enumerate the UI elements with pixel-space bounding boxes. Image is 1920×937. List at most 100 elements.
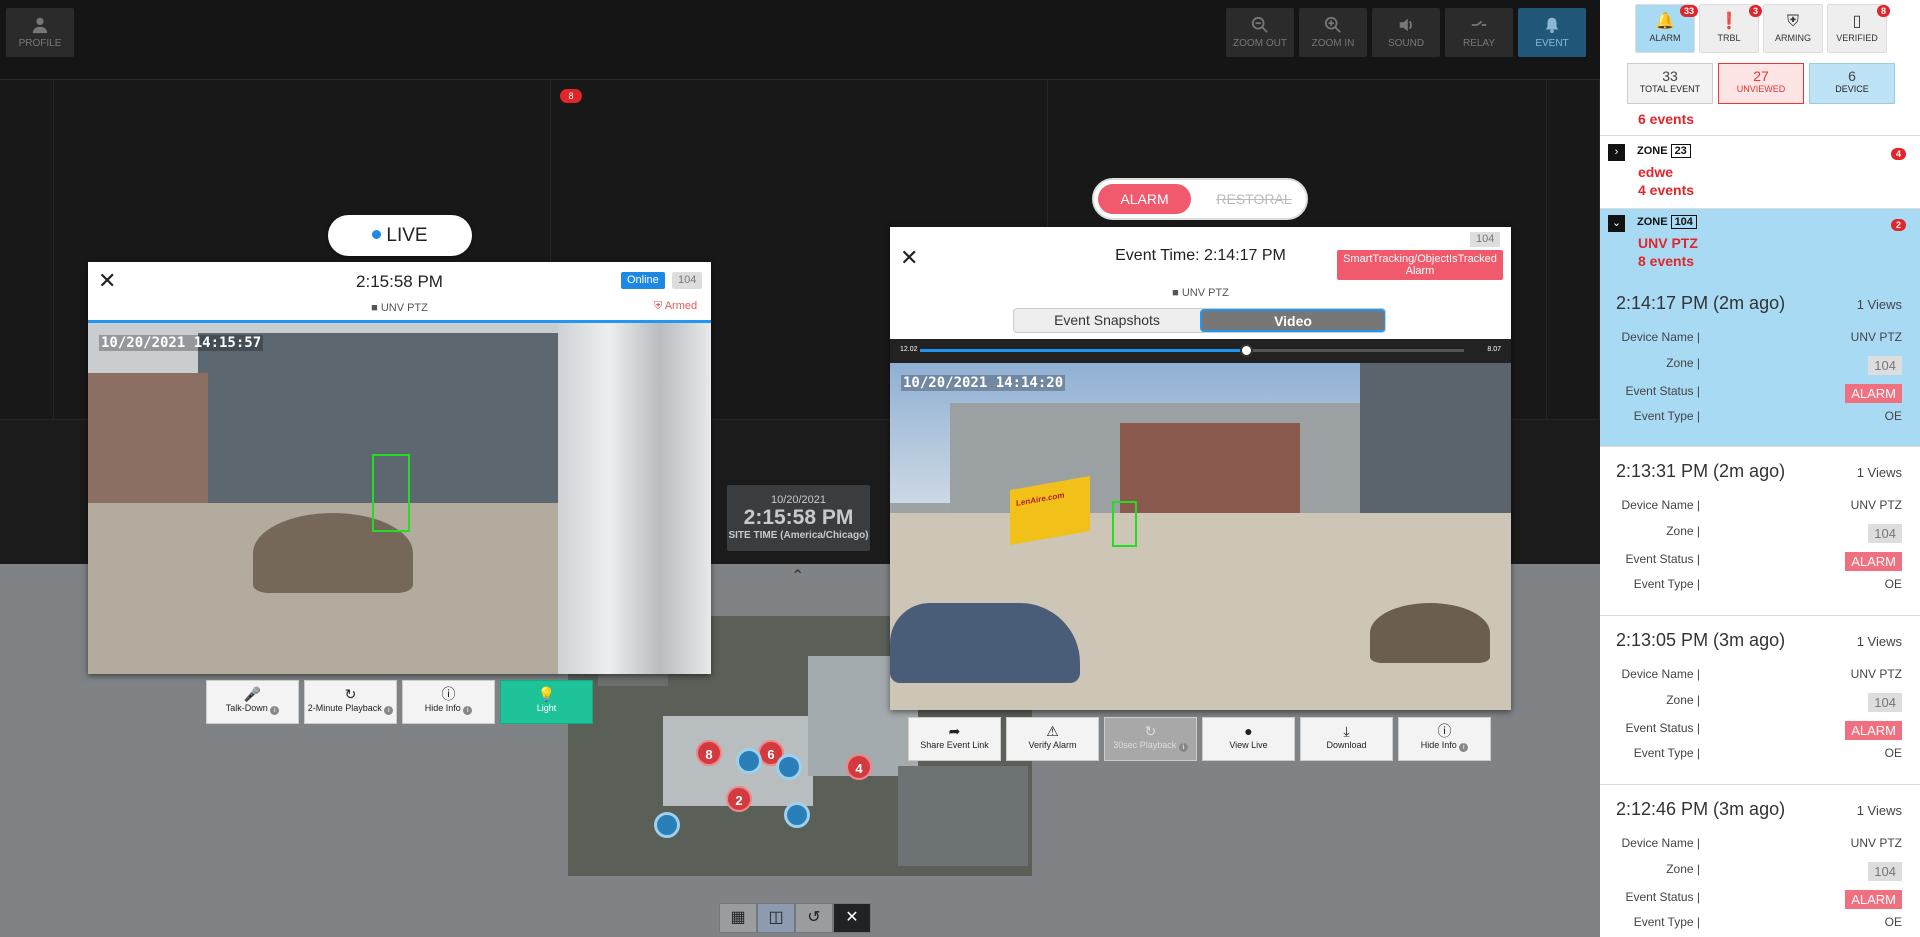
tab-verified[interactable]: ▯ VERIFIED 8 — [1827, 4, 1890, 53]
tab-arming[interactable]: ⛨ ARMING — [1763, 4, 1823, 53]
light-label: Light — [536, 703, 557, 713]
sound-label: SOUND — [1387, 38, 1425, 49]
event-status-value: ALARM — [1845, 384, 1902, 403]
event-card-row: Zone | 104 — [1600, 524, 1920, 544]
event-video[interactable]: LenAire.com 10/20/2021 14:14:20 — [890, 363, 1511, 710]
zone-badge: 104 — [672, 272, 703, 289]
event-card[interactable]: 2:13:31 PM (2m ago) 1 Views Device Name | U… — [1600, 447, 1920, 616]
event-card[interactable]: 2:13:05 PM (3m ago) 1 Views Device Name | U… — [1600, 616, 1920, 785]
zone-group-104[interactable]: ⌄ ZONE 104 2 UNV PTZ 8 events — [1600, 209, 1920, 279]
event-type-value: OE — [1884, 746, 1902, 760]
live-video[interactable]: 10/20/2021 14:15:57 — [88, 323, 711, 674]
map-pin-camera[interactable] — [654, 812, 680, 838]
zone-count-badge: 2 — [1890, 219, 1906, 231]
stat-unviewed[interactable]: 27 UNVIEWED — [1718, 63, 1804, 104]
device-name-value: UNV PTZ — [1850, 330, 1902, 344]
event-card-time: 2:13:05 PM (3m ago) — [1616, 630, 1786, 650]
alarm-count-badge: 33 — [1679, 5, 1698, 17]
tab-video[interactable]: Video — [1200, 309, 1385, 332]
chevron-down-icon[interactable]: ⌄ — [1608, 215, 1625, 232]
scrub-track[interactable] — [920, 344, 1464, 357]
online-badge: Online — [621, 272, 665, 289]
view-live-button[interactable]: ● View Live — [1202, 717, 1295, 761]
replay-icon: ↻ — [344, 686, 357, 702]
grid-view-icon[interactable]: ▦ — [719, 903, 757, 933]
hide-info-button[interactable]: ⓘ Hide Info i — [1398, 717, 1491, 761]
view-live-label: View Live — [1229, 740, 1268, 750]
zoom-out-button[interactable]: ZOOM OUT — [1226, 8, 1294, 57]
hide-info-label: Hide Info — [1420, 740, 1457, 750]
map-pin-alarm[interactable]: 8 — [696, 740, 722, 766]
zone-key: Zone | — [1666, 356, 1700, 370]
shield-check-icon: ⛨ — [1786, 13, 1799, 30]
replay-icon: ↻ — [1144, 723, 1157, 739]
scrub-handle[interactable] — [1240, 344, 1254, 357]
relay-label: RELAY — [1462, 38, 1496, 49]
grid-cell[interactable] — [1547, 80, 1600, 420]
stat-total-number: 33 — [1662, 68, 1678, 84]
zone-label: ZONE 23 — [1637, 144, 1691, 158]
map-pin-camera[interactable] — [776, 754, 802, 780]
info-circle-icon: ⓘ — [1437, 723, 1452, 739]
restoral-tab[interactable]: RESTORAL — [1212, 184, 1296, 214]
relay-button[interactable]: RELAY — [1445, 8, 1513, 57]
detection-box — [372, 454, 410, 532]
close-icon[interactable]: ✕ — [833, 903, 871, 933]
video-timestamp: 10/20/2021 14:15:57 — [99, 335, 264, 351]
map-pin-alarm[interactable]: 4 — [846, 754, 872, 780]
info-icon: i — [270, 706, 280, 715]
live-indicator: LIVE — [328, 215, 472, 256]
tab-alarm[interactable]: 🔔 ALARM 33 — [1635, 4, 1698, 53]
event-type-key: Event Type | — [1633, 746, 1700, 760]
event-card[interactable]: 2:14:17 PM (2m ago) 1 Views Device Name | U… — [1600, 279, 1920, 447]
download-button[interactable]: ⤓ Download — [1300, 717, 1393, 761]
grid-cell[interactable] — [0, 80, 54, 420]
tab-arming-label: ARMING — [1775, 33, 1811, 43]
history-icon[interactable]: ↺ — [795, 903, 833, 933]
video-scrubber[interactable]: 12.02 8.07 — [890, 339, 1511, 363]
share-event-link-button[interactable]: ➦ Share Event Link — [908, 717, 1001, 761]
event-status-key: Event Status | — [1625, 552, 1701, 566]
tab-event-snapshots[interactable]: Event Snapshots — [1014, 309, 1200, 332]
collapse-chevron-icon[interactable]: ⌃ — [791, 566, 804, 586]
chevron-right-icon[interactable]: › — [1608, 144, 1625, 161]
map-pin-camera[interactable] — [784, 802, 810, 828]
detection-box — [1112, 501, 1137, 547]
zoom-in-label: ZOOM IN — [1311, 38, 1355, 49]
light-button[interactable]: 💡 Light — [500, 680, 593, 724]
device-name-key: Device Name | — [1621, 330, 1700, 344]
video-pole — [558, 323, 711, 674]
zone-group-23[interactable]: › ZONE 23 4 edwe 4 events — [1600, 136, 1920, 208]
talk-down-button[interactable]: 🎤 Talk-Down i — [206, 680, 299, 724]
map-pin-alarm[interactable]: 2 — [726, 786, 752, 812]
stat-device[interactable]: 6 DEVICE — [1809, 63, 1895, 104]
zoom-in-button[interactable]: ZOOM IN — [1299, 8, 1367, 57]
event-card[interactable]: 2:12:46 PM (3m ago) 1 Views Device Name | U… — [1600, 785, 1920, 937]
playback-button[interactable]: ↻ 2-Minute Playback i — [304, 680, 397, 724]
alarm-tab[interactable]: ALARM — [1098, 184, 1191, 214]
profile-button[interactable]: PROFILE — [6, 8, 74, 57]
download-icon: ⤓ — [1343, 723, 1350, 739]
top-events-count: 6 events — [1638, 111, 1695, 127]
map-view-icon[interactable]: ◫ — [757, 903, 795, 933]
30sec-playback-button[interactable]: ↻ 30sec Playback i — [1104, 717, 1197, 761]
zone-device-name: UNV PTZ — [1638, 235, 1698, 251]
share-icon: ➦ — [948, 723, 961, 739]
hide-info-label: Hide Info — [424, 703, 461, 713]
stat-unviewed-label: UNVIEWED — [1736, 84, 1786, 94]
hide-info-button[interactable]: ⓘ Hide Info i — [402, 680, 495, 724]
event-card-row: Zone | 104 — [1600, 693, 1920, 713]
live-camera-panel: ✕ 2:15:58 PM Online 104 ■ UNV PTZ ⛨ Arme… — [88, 262, 711, 674]
camera-icon: ■ — [371, 302, 381, 314]
event-card-views: 1 Views — [1856, 465, 1902, 480]
stat-total-event[interactable]: 33 TOTAL EVENT — [1627, 63, 1713, 104]
map-pin-camera[interactable] — [736, 748, 762, 774]
event-label: EVENT — [1535, 38, 1569, 49]
grid-alarm-badge: 8 — [560, 89, 582, 103]
verify-alarm-button[interactable]: ⚠ Verify Alarm — [1006, 717, 1099, 761]
tab-trbl[interactable]: ❗ TRBL 3 — [1699, 4, 1762, 53]
sound-button[interactable]: SOUND — [1372, 8, 1440, 57]
device-name-key: Device Name | — [1621, 836, 1700, 850]
event-button[interactable]: EVENT — [1518, 8, 1586, 57]
event-card-row: Event Status | ALARM — [1600, 552, 1920, 572]
